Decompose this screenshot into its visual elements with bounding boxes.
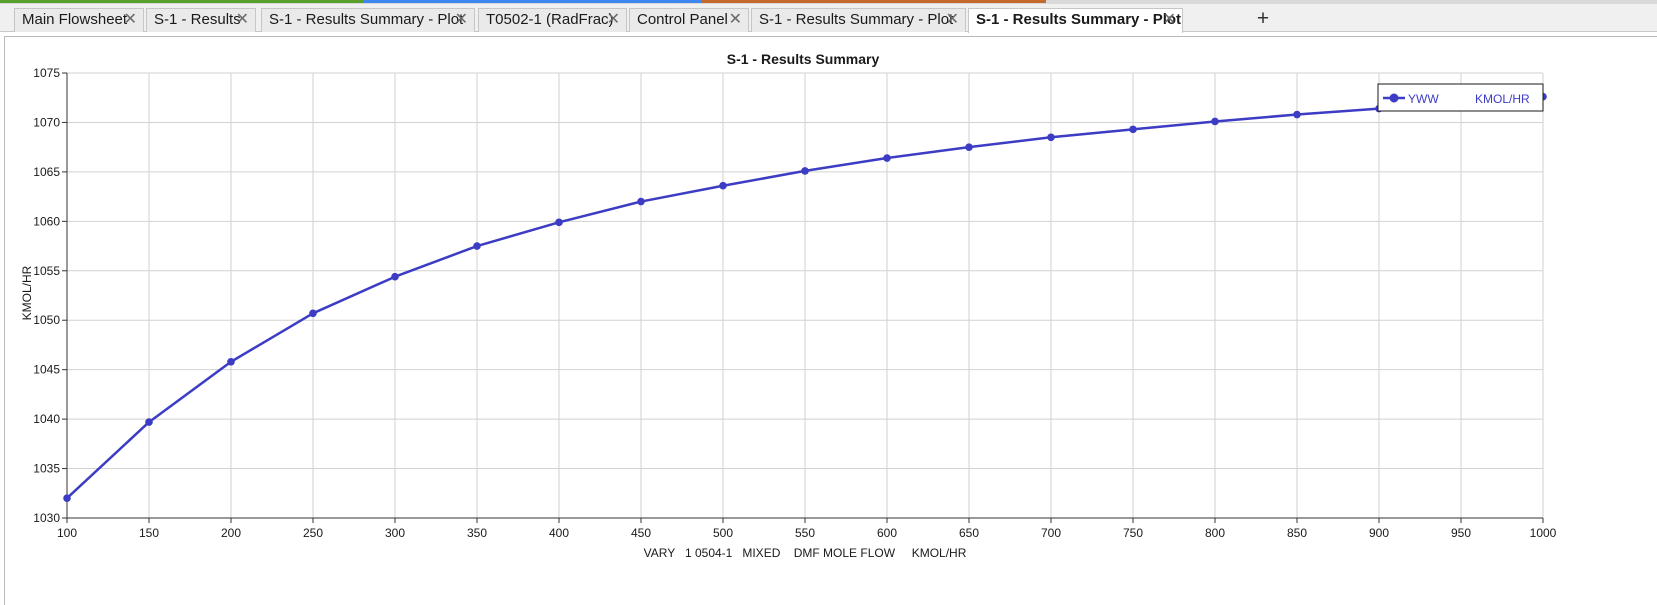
x-tick-label: 900 — [1369, 526, 1389, 540]
chart-title: S-1 - Results Summary — [727, 51, 880, 67]
x-axis-label: VARY 1 0504-1 MIXED DMF MOLE FLOW KMOL/H… — [644, 546, 967, 560]
data-point — [145, 418, 153, 426]
y-tick-label: 1050 — [33, 313, 60, 327]
strip-segment-green — [0, 0, 363, 3]
x-tick-label: 500 — [713, 526, 733, 540]
document-tab-bar: Main Flowsheet ✕ S-1 - Results ✕ S-1 - R… — [0, 4, 1657, 33]
tab-s1-results-summary-plot[interactable]: S-1 - Results Summary - Plot ✕ — [261, 8, 475, 32]
y-tick-label: 1040 — [33, 412, 60, 426]
tab-label: Main Flowsheet — [22, 11, 128, 28]
tab-label: S-1 - Results Summary - Plot — [976, 11, 1182, 28]
data-point — [637, 197, 645, 206]
chart-legend: YWW KMOL/HR — [1377, 83, 1544, 112]
y-tick-label: 1060 — [33, 214, 60, 228]
x-tick-label: 800 — [1205, 526, 1225, 540]
x-tick-label: 150 — [139, 526, 159, 540]
y-tick-label: 1030 — [33, 511, 60, 525]
y-tick-label: 1070 — [33, 115, 60, 129]
y-tick-label: 1075 — [33, 66, 60, 80]
plot-panel: 100 150 200 250 300 350 400 450 500 550 600 650 700 7… — [4, 36, 1657, 605]
x-tick-label: 850 — [1287, 526, 1307, 540]
close-icon[interactable]: ✕ — [124, 9, 137, 31]
close-icon[interactable]: ✕ — [455, 9, 468, 31]
close-icon[interactable]: ✕ — [1163, 9, 1176, 31]
data-point — [1293, 110, 1301, 119]
x-tick-label: 100 — [57, 526, 77, 540]
data-point — [1129, 125, 1137, 134]
legend-series-unit: KMOL/HR — [1475, 92, 1530, 106]
close-icon[interactable]: ✕ — [236, 9, 249, 31]
x-tick-label: 950 — [1451, 526, 1471, 540]
x-tick-labels: 100 150 200 250 300 350 400 450 500 550 600 650 700 7… — [57, 526, 1557, 540]
data-point — [63, 494, 71, 503]
x-tick-label: 350 — [467, 526, 487, 540]
y-tick-label: 1035 — [33, 462, 60, 476]
legend-series-name: YWW — [1408, 92, 1439, 106]
tab-s1-results[interactable]: S-1 - Results ✕ — [146, 8, 256, 32]
strip-segment-orange — [701, 0, 1046, 3]
y-tick-label: 1065 — [33, 165, 60, 179]
data-point — [1211, 117, 1219, 126]
data-point — [801, 167, 809, 175]
data-point — [1047, 133, 1055, 142]
x-tick-label: 700 — [1041, 526, 1061, 540]
x-tick-label: 300 — [385, 526, 405, 540]
x-tick-label: 600 — [877, 526, 897, 540]
data-point — [719, 181, 727, 190]
legend-marker — [1389, 93, 1399, 103]
tab-label: S-1 - Results Summary - Plot — [759, 11, 954, 28]
chart-axes — [62, 72, 1544, 523]
tab-s1-results-summary-plot-2[interactable]: S-1 - Results Summary - Plot ✕ — [751, 8, 966, 32]
x-tick-label: 750 — [1123, 526, 1143, 540]
y-tick-label: 1055 — [33, 264, 60, 278]
results-summary-chart: 100 150 200 250 300 350 400 450 500 550 600 650 700 7… — [20, 51, 1557, 560]
x-tick-label: 550 — [795, 526, 815, 540]
y-tick-labels: 1030 1035 1040 1045 1050 1055 1060 1065 1070 1075 — [33, 66, 60, 525]
data-point — [965, 143, 973, 151]
tab-label: S-1 - Results Summary - Plot — [269, 11, 464, 28]
close-icon[interactable]: ✕ — [607, 9, 620, 31]
tab-s1-results-summary-plot-active[interactable]: S-1 - Results Summary - Plot ✕ — [968, 8, 1183, 33]
close-icon[interactable]: ✕ — [946, 9, 959, 31]
tab-main-flowsheet[interactable]: Main Flowsheet ✕ — [14, 8, 144, 32]
data-point — [391, 272, 399, 281]
tab-t0502-1-radfrac[interactable]: T0502-1 (RadFrac) ✕ — [478, 8, 627, 32]
x-tick-label: 400 — [549, 526, 569, 540]
data-point — [227, 357, 235, 366]
y-tick-label: 1045 — [33, 363, 60, 377]
data-point — [309, 309, 317, 318]
strip-segment-blue — [363, 0, 701, 3]
tab-label: Control Panel — [637, 11, 728, 28]
x-tick-label: 250 — [303, 526, 323, 540]
data-point — [883, 154, 891, 162]
data-point — [473, 242, 481, 250]
chart-grid — [66, 72, 1544, 519]
x-tick-label: 450 — [631, 526, 651, 540]
x-tick-label: 1000 — [1530, 526, 1557, 540]
plus-icon[interactable]: + — [1252, 8, 1274, 31]
tab-control-panel[interactable]: Control Panel ✕ — [629, 8, 749, 32]
close-icon[interactable]: ✕ — [729, 9, 742, 31]
tab-label: S-1 - Results — [154, 11, 241, 28]
data-point — [555, 218, 563, 227]
x-tick-label: 200 — [221, 526, 241, 540]
x-tick-label: 650 — [959, 526, 979, 540]
y-axis-label: KMOL/HR — [20, 265, 34, 320]
tab-label: T0502-1 (RadFrac) — [486, 11, 614, 28]
